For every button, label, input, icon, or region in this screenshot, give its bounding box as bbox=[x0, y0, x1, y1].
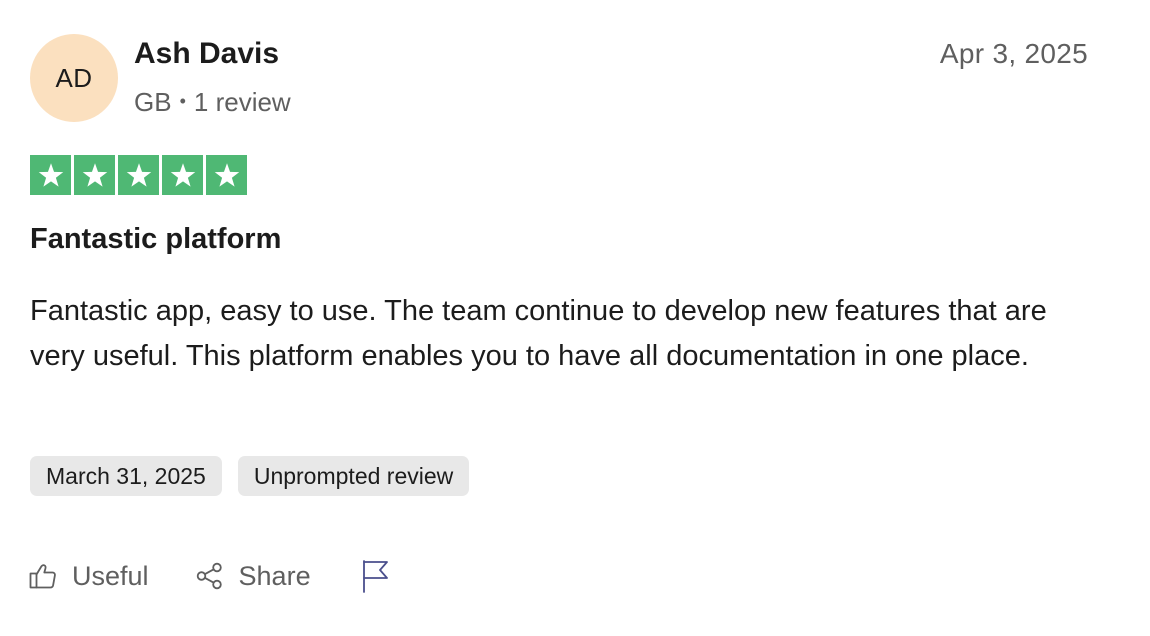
thumbs-up-icon bbox=[28, 561, 58, 591]
review-body: Fantastic app, easy to use. The team con… bbox=[30, 295, 1047, 372]
meta-separator: • bbox=[179, 91, 186, 111]
author-name[interactable]: Ash Davis bbox=[134, 36, 279, 72]
star-icon bbox=[162, 155, 203, 195]
review-card: AD Ash Davis GB • 1 review Apr 3, 2025 F… bbox=[0, 0, 1150, 636]
star-icon bbox=[118, 155, 159, 195]
report-button[interactable] bbox=[361, 556, 405, 596]
author-country: GB bbox=[134, 87, 172, 117]
flag-icon bbox=[361, 559, 391, 593]
share-icon bbox=[195, 561, 225, 591]
star-icon bbox=[74, 155, 115, 195]
review-actions: Useful Share bbox=[28, 556, 405, 596]
share-button[interactable]: Share bbox=[195, 556, 311, 596]
star-icon bbox=[30, 155, 71, 195]
author-meta: GB • 1 review bbox=[134, 86, 291, 118]
review-type-badge[interactable]: Unprompted review bbox=[237, 456, 470, 496]
star-rating bbox=[30, 155, 247, 195]
star-icon bbox=[206, 155, 247, 195]
review-date: Apr 3, 2025 bbox=[939, 38, 1088, 69]
avatar[interactable]: AD bbox=[30, 34, 118, 122]
review-tags: March 31, 2025 Unprompted review bbox=[30, 456, 470, 496]
share-label: Share bbox=[238, 560, 311, 591]
useful-button[interactable]: Useful bbox=[28, 556, 149, 596]
review-title: Fantastic platform bbox=[30, 223, 282, 255]
avatar-initials: AD bbox=[55, 62, 93, 93]
useful-label: Useful bbox=[72, 560, 149, 591]
author-review-count: 1 review bbox=[193, 87, 291, 117]
experience-date-badge: March 31, 2025 bbox=[30, 456, 222, 496]
